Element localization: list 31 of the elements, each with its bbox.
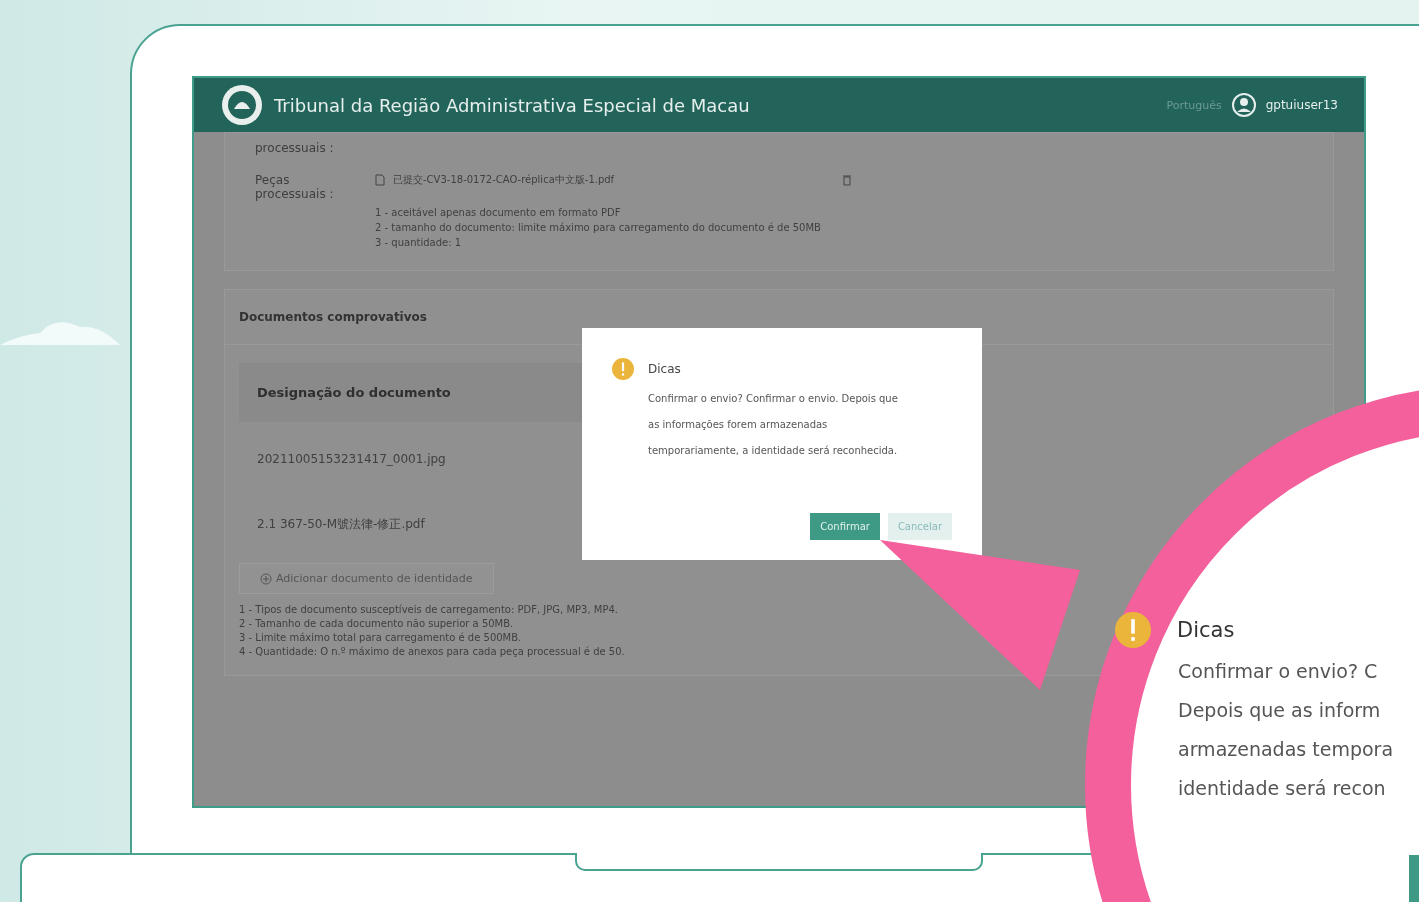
confirm-button-fragment bbox=[1409, 855, 1419, 902]
note-text: 3 - Limite máximo total para carregamento é de 500MB. bbox=[239, 632, 523, 643]
note-text: 1 - Tipos de documento susceptíveis de carregamento: PDF, JPG, MP3, MP4. bbox=[239, 604, 619, 615]
table-cell-text: 20211005153231417_0001.jpg bbox=[256, 451, 447, 468]
callout-text: Confirmar o envio? C bbox=[1178, 659, 1379, 684]
warning-icon bbox=[612, 358, 634, 380]
username[interactable]: gptuiuser13 bbox=[1265, 98, 1338, 112]
field-label: Peças processuais : bbox=[255, 173, 335, 201]
file-icon bbox=[375, 174, 385, 186]
callout-title: Dicas bbox=[1177, 618, 1235, 642]
emblem-icon bbox=[220, 83, 264, 127]
dialog-title: Dicas bbox=[648, 362, 681, 376]
confirm-button[interactable]: Confirmar bbox=[810, 513, 880, 540]
dialog-message: Confirmar o envio? Confirmar o envio. Depois que as informações forem armazenadas temporariamente, a identidade será reconhecida. bbox=[648, 392, 899, 458]
callout-text: identidade será recon bbox=[1178, 776, 1387, 801]
callout-text: armazenadas tempora bbox=[1178, 737, 1394, 762]
language-link[interactable]: Português bbox=[1166, 98, 1222, 112]
plus-icon bbox=[260, 572, 272, 585]
field-label: processuais : bbox=[255, 141, 335, 155]
note-text: 1 - aceitável apenas documento em formato PDF bbox=[375, 207, 622, 218]
note-text: 2 - tamanho do documento: limite máximo para carregamento do documento é de 50MB bbox=[375, 222, 822, 233]
callout-text: Depois que as inform bbox=[1178, 698, 1382, 723]
cancel-button[interactable]: Cancelar bbox=[887, 513, 952, 540]
note-text: 3 - quantidade: 1 bbox=[375, 237, 463, 248]
file-link[interactable]: 已提交-CV3-18-0172-CAO-réplica中文版-1.pdf bbox=[393, 173, 615, 187]
table-cell-text: 2.1 367-50-M號法律-修正.pdf bbox=[256, 516, 426, 533]
header-title: Tribunal da Região Administrativa Especial de Macau bbox=[274, 94, 751, 116]
user-icon[interactable] bbox=[1231, 93, 1256, 117]
note-text: 4 - Quantidade: O n.º máximo de anexos para cada peça processual é de 50. bbox=[239, 646, 626, 657]
warning-icon bbox=[1115, 612, 1151, 648]
add-document-button[interactable]: Adicionar documento de identidade bbox=[239, 563, 494, 594]
